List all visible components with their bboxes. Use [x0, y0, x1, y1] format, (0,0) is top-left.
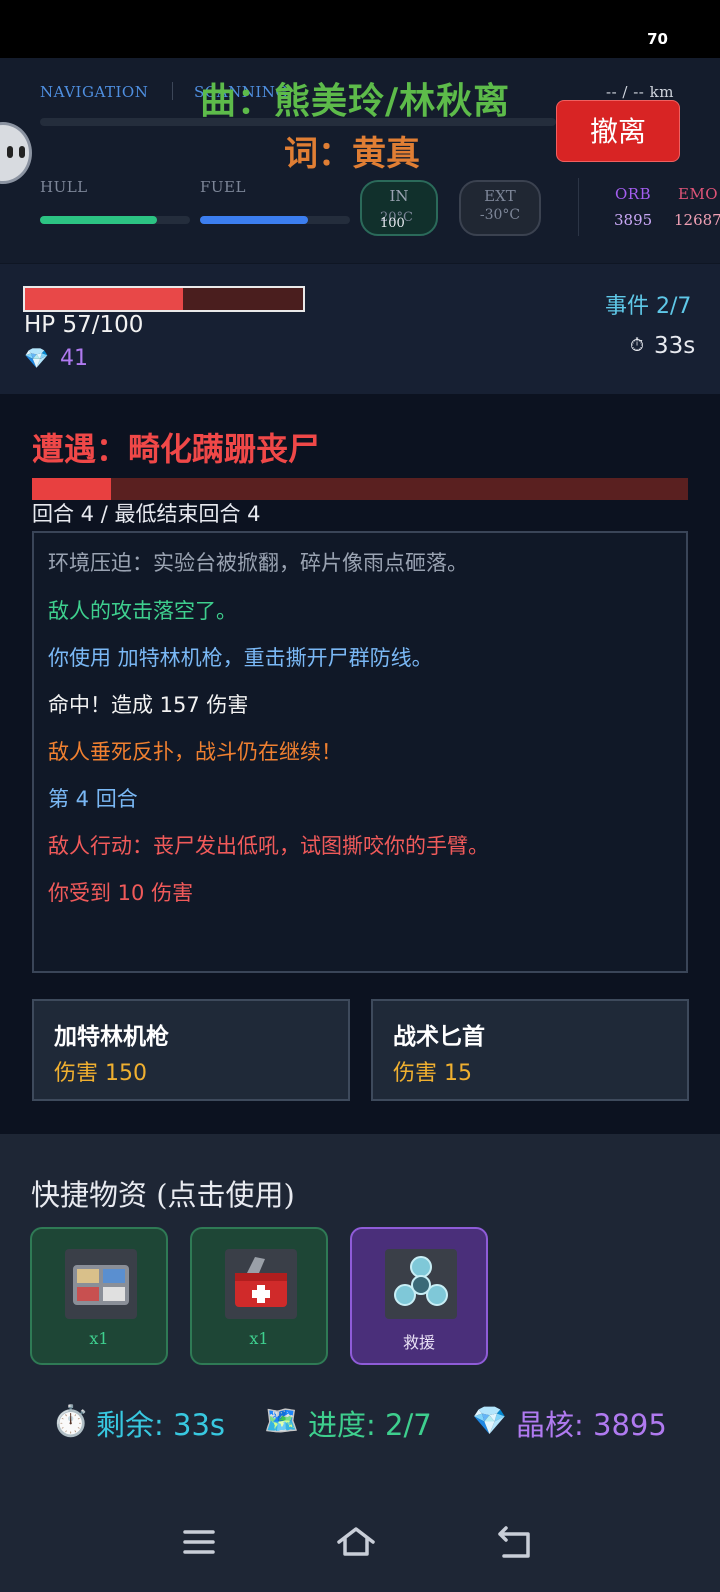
log-line: 环境压迫：实验台被掀翻，碎片像雨点砸落。 [48, 551, 468, 575]
timer-text: 33s [654, 333, 696, 359]
weapon-damage: 伤害 150 [54, 1061, 147, 1086]
interior-value: 100 [380, 216, 405, 231]
weapon-card-gatling[interactable]: 加特林机枪 伤害 150 [32, 999, 350, 1101]
exterior-temp-pill: EXT -30°C [459, 180, 541, 236]
nav-divider [172, 82, 173, 100]
emo-value: 12687 [674, 211, 720, 229]
orb-value: 3895 [614, 211, 653, 229]
interior-label: IN [389, 187, 409, 205]
distance-readout: -- / -- km [606, 83, 674, 101]
supply-qty: x1 [89, 1329, 109, 1348]
battery-level: 70 [647, 30, 668, 48]
lyric-overlay-lyricist: 词：黄真 [284, 134, 420, 174]
log-line: 命中！造成 157 伤害 [48, 693, 249, 717]
emo-label: EMO [678, 185, 719, 203]
log-line: 你受到 10 伤害 [48, 881, 194, 905]
map-icon: 🗺️ [264, 1404, 299, 1437]
supply-slot-rescue[interactable]: 救援 [350, 1227, 488, 1365]
log-line: 敌人行动：丧尸发出低吼，试图撕咬你的手臂。 [48, 834, 489, 858]
supply-kit-icon [65, 1249, 137, 1319]
status-bar: 70 [0, 0, 720, 58]
log-line: 第 4 回合 [48, 787, 138, 811]
hud-divider [578, 178, 579, 236]
fuel-label: FUEL [200, 178, 246, 196]
fuel-fill [200, 216, 308, 224]
event-progress: 事件 2/7 [605, 294, 692, 319]
stopwatch-icon: ⏱️ [52, 1404, 90, 1439]
evacuate-button[interactable]: 撤离 [556, 100, 680, 162]
supply-label: 救援 [402, 1333, 435, 1352]
hp-bar [23, 286, 305, 312]
interior-temp-pill: IN 20°C 100 [360, 180, 438, 236]
orb-label: ORB [615, 185, 652, 203]
weapon-card-dagger[interactable]: 战术匕首 伤害 15 [371, 999, 689, 1101]
fuel-track [200, 216, 350, 224]
gem-count: 41 [60, 346, 88, 371]
hull-label: HULL [40, 178, 88, 196]
toolbox-icon [225, 1249, 297, 1319]
menu-icon[interactable] [180, 1522, 220, 1562]
weapon-name: 加特林机枪 [54, 1024, 169, 1050]
progress-text: 进度: 2/7 [308, 1408, 432, 1442]
exterior-label: EXT [484, 187, 516, 205]
supplies-title: 快捷物资 (点击使用) [31, 1178, 295, 1212]
weapon-damage: 伤害 15 [393, 1061, 472, 1086]
hull-fill [40, 216, 157, 224]
navigation-label: NAVIGATION [40, 83, 149, 101]
encounter-title: 遭遇：畸化蹒跚丧尸 [32, 430, 321, 468]
hp-fill [25, 288, 184, 310]
log-line: 敌人的攻击落空了。 [48, 599, 237, 623]
supply-slot-kit[interactable]: x1 [30, 1227, 168, 1365]
enemy-health-track [32, 478, 688, 500]
spinner-icon [385, 1249, 457, 1319]
core-count: 晶核: 3895 [516, 1408, 667, 1442]
hull-track [40, 216, 190, 224]
home-icon[interactable] [336, 1522, 376, 1562]
back-icon[interactable] [496, 1522, 536, 1562]
supply-slot-toolbox[interactable]: x1 [190, 1227, 328, 1365]
battle-log[interactable]: 环境压迫：实验台被掀翻，碎片像雨点砸落。 敌人的攻击落空了。 你使用 加特林机枪… [32, 531, 688, 973]
enemy-health-fill [32, 478, 111, 500]
remaining-time: 剩余: 33s [96, 1408, 225, 1442]
round-counter: 回合 4 / 最低结束回合 4 [32, 502, 261, 526]
core-gem-icon: 💎 [472, 1404, 507, 1437]
log-line: 敌人垂死反扑，战斗仍在继续！ [48, 740, 342, 764]
lyric-overlay-song: 曲：熊美玲/林秋离 [200, 81, 511, 122]
timer-icon: ⏱ [630, 335, 645, 356]
hp-text: HP 57/100 [24, 312, 144, 338]
gem-icon: 💎 [24, 346, 49, 370]
exterior-temp: -30°C [479, 207, 521, 223]
weapon-name: 战术匕首 [393, 1024, 485, 1050]
supply-qty: x1 [249, 1329, 269, 1348]
log-line: 你使用 加特林机枪，重击撕开尸群防线。 [48, 646, 433, 670]
